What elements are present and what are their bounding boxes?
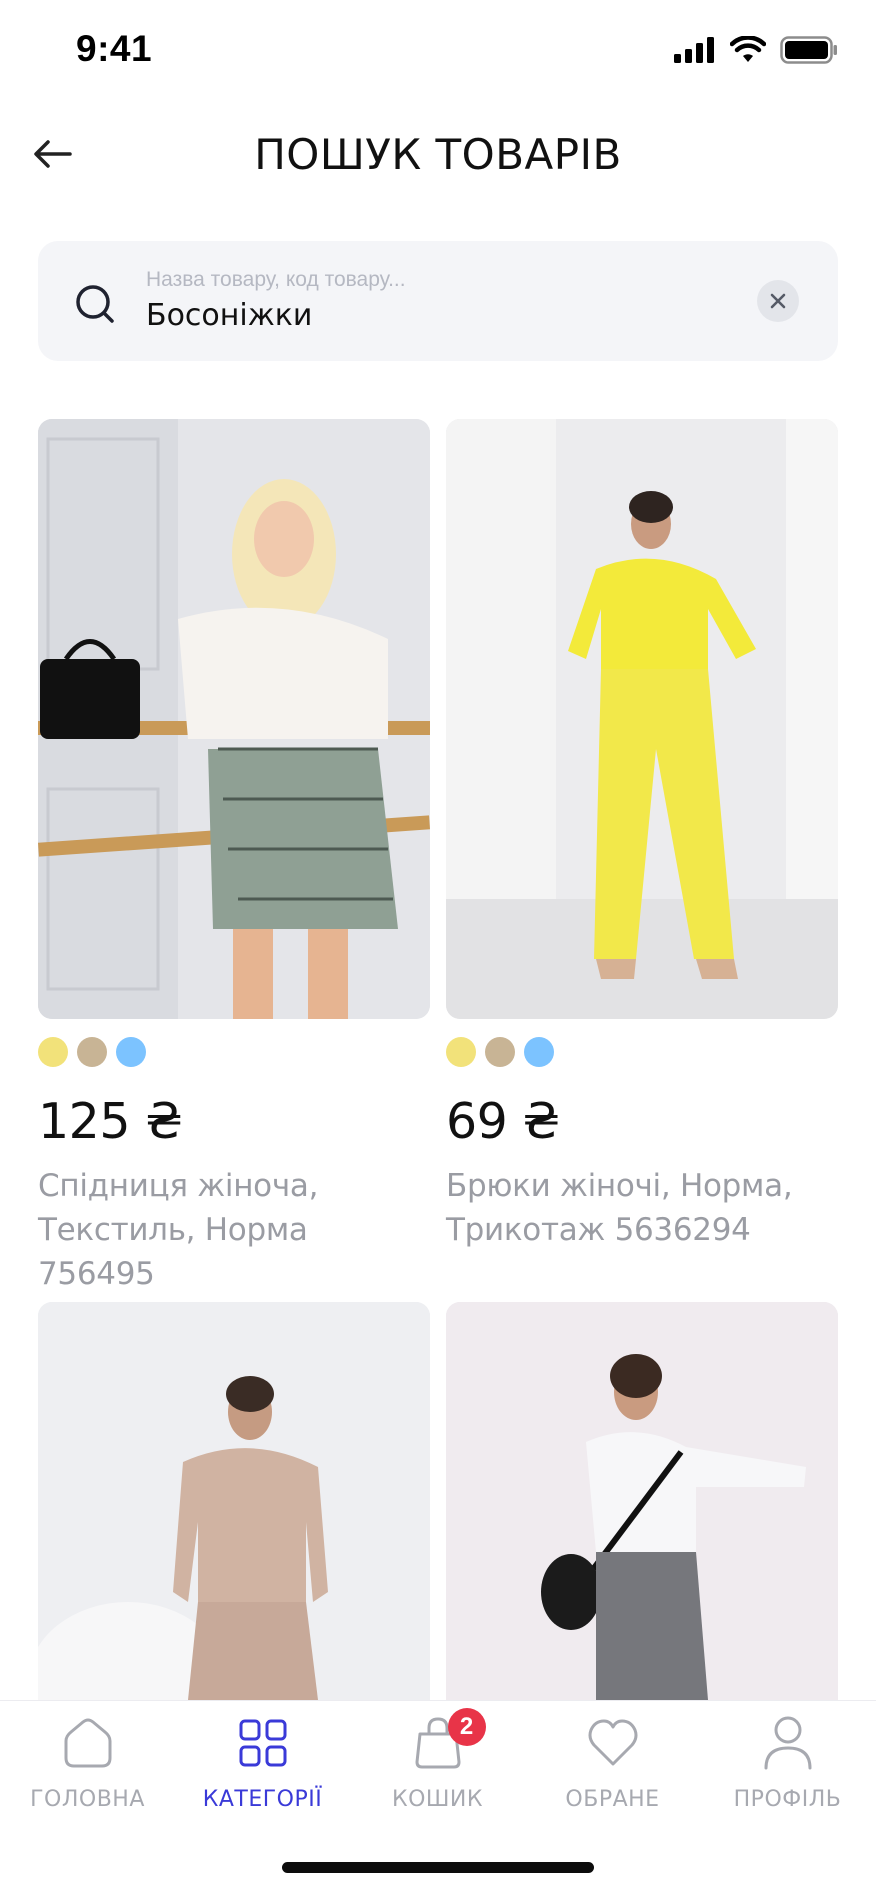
color-swatch[interactable]	[38, 1037, 68, 1067]
product-image[interactable]	[446, 1302, 838, 1700]
tab-cart[interactable]: 2 КОШИК	[350, 1708, 525, 1812]
product-photo	[446, 419, 838, 1019]
user-icon	[764, 1716, 811, 1770]
search-icon	[76, 285, 114, 323]
home-icon	[64, 1718, 111, 1768]
color-swatches	[446, 1037, 838, 1067]
color-swatch[interactable]	[485, 1037, 515, 1067]
product-photo	[38, 1302, 430, 1700]
tab-label: КАТЕГОРІЇ	[202, 1787, 323, 1812]
grid-icon	[239, 1719, 286, 1767]
status-bar: 9:41	[0, 0, 876, 100]
tab-categories[interactable]: КАТЕГОРІЇ	[175, 1713, 350, 1812]
color-swatch[interactable]	[446, 1037, 476, 1067]
tab-label: КОШИК	[391, 1787, 484, 1812]
home-indicator	[282, 1862, 594, 1873]
product-card[interactable]: 125 ₴ Спідниця жіноча, Текстиль, Норма 7…	[38, 419, 430, 1296]
close-icon	[770, 293, 786, 309]
tab-home[interactable]: ГОЛОВНА	[0, 1713, 175, 1812]
product-description: Брюки жіночі, Норма, Трикотаж 5636294	[446, 1168, 793, 1248]
product-image[interactable]	[38, 1302, 430, 1700]
product-price: 125 ₴	[38, 1093, 183, 1150]
product-description: Спідниця жіноча, Текстиль, Норма 756495	[38, 1168, 319, 1292]
color-swatches	[38, 1037, 430, 1067]
wifi-icon	[730, 36, 766, 62]
product-card[interactable]	[38, 1302, 430, 1700]
clear-search-button[interactable]	[757, 280, 799, 322]
status-icons	[674, 36, 838, 64]
color-swatch[interactable]	[77, 1037, 107, 1067]
product-price: 69 ₴	[446, 1093, 560, 1150]
cart-badge: 2	[447, 1708, 486, 1746]
header: ПОШУК ТОВАРІВ	[0, 110, 876, 196]
tab-label: ПРОФІЛЬ	[733, 1787, 842, 1812]
tab-favorites[interactable]: ОБРАНЕ	[525, 1713, 700, 1812]
page-title: ПОШУК ТОВАРІВ	[254, 130, 622, 179]
signal-icon	[674, 37, 714, 63]
search-placeholder: Назва товару, код товару...	[146, 268, 406, 291]
product-photo	[38, 419, 430, 1019]
battery-icon	[780, 36, 837, 64]
color-swatch[interactable]	[116, 1037, 146, 1067]
product-image[interactable]	[38, 419, 430, 1019]
product-photo	[446, 1302, 838, 1700]
product-image[interactable]	[446, 419, 838, 1019]
tab-label: ОБРАНЕ	[565, 1787, 660, 1812]
product-card[interactable]	[446, 1302, 838, 1700]
tab-label: ГОЛОВНА	[30, 1787, 145, 1812]
heart-icon	[588, 1719, 637, 1766]
status-time: 9:41	[76, 28, 153, 69]
search-input[interactable]: Босоніжки	[146, 298, 312, 333]
tab-profile[interactable]: ПРОФІЛЬ	[700, 1713, 875, 1812]
color-swatch[interactable]	[524, 1037, 554, 1067]
product-card[interactable]: 69 ₴ Брюки жіночі, Норма, Трикотаж 56362…	[446, 419, 838, 1252]
